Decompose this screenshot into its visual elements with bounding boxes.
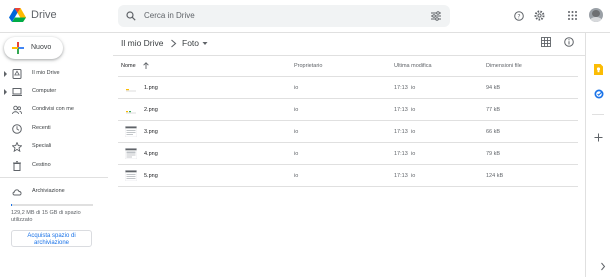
- svg-text:?: ?: [517, 13, 520, 20]
- column-owner[interactable]: Proprietario: [294, 63, 322, 69]
- file-size: 94 kB: [486, 85, 501, 91]
- drive-logo-icon[interactable]: [9, 8, 26, 22]
- sort-arrow-up-icon[interactable]: [143, 62, 149, 69]
- sidebar-item-computer[interactable]: Computer: [0, 84, 110, 100]
- file-size: 124 kB: [486, 173, 504, 179]
- new-button[interactable]: Nuovo: [4, 37, 63, 59]
- file-size: 66 kB: [486, 129, 501, 135]
- sidebar-item-recent[interactable]: Recenti: [0, 121, 110, 137]
- computer-icon: [12, 88, 22, 96]
- sidebar-divider: [0, 177, 108, 178]
- file-name: 3.png: [144, 129, 158, 135]
- toolbar-divider: [113, 55, 585, 56]
- file-name: 5.png: [144, 173, 158, 179]
- column-name[interactable]: Nome: [121, 63, 136, 69]
- side-panel: [585, 33, 610, 277]
- file-name: 2.png: [144, 107, 158, 113]
- file-owner: io: [294, 151, 299, 157]
- file-size: 79 kB: [486, 151, 501, 157]
- sidebar-item-label: Condivisi con me: [32, 106, 74, 112]
- sidebar-item-storage[interactable]: Archiviazione: [0, 184, 110, 200]
- file-modified-by: io: [411, 107, 416, 113]
- file-name: 1.png: [144, 85, 158, 91]
- sidebar-item-label: Recenti: [32, 125, 51, 131]
- new-button-label: Nuovo: [31, 44, 52, 51]
- sidebar-item-label: Il mio Drive: [32, 70, 60, 76]
- buy-storage-label: Acquista spazio di archiviazione: [27, 233, 76, 246]
- table-row[interactable]: 2.png io 17:13 io 77 kB: [118, 99, 578, 121]
- image-file-icon: [125, 82, 137, 93]
- file-owner: io: [294, 173, 299, 179]
- chevron-right-icon: [171, 39, 177, 48]
- shared-icon: [12, 105, 22, 115]
- sidebar-item-label: Computer: [32, 88, 57, 94]
- file-name: 4.png: [144, 151, 158, 157]
- tasks-icon[interactable]: [594, 89, 604, 99]
- storage-bar: [11, 204, 93, 206]
- help-icon[interactable]: ?: [514, 11, 524, 21]
- trash-icon: [13, 161, 21, 171]
- sidebar-item-shared[interactable]: Condivisi con me: [0, 102, 110, 118]
- storage-bar-fill: [11, 204, 12, 206]
- account-avatar[interactable]: [589, 8, 603, 22]
- image-file-icon: [125, 148, 137, 159]
- file-modified: 17:13: [394, 173, 408, 179]
- expand-caret-icon[interactable]: [4, 71, 7, 77]
- image-file-icon: [125, 170, 137, 181]
- table-row[interactable]: 4.png io 17:13 io 79 kB: [118, 143, 578, 165]
- sidebar-item-label: Speciali: [32, 143, 52, 149]
- plus-icon: [12, 42, 24, 54]
- storage-usage-text: 129,2 MB di 15 GB di spazio utilizzato: [11, 210, 81, 223]
- file-modified: 17:13: [394, 107, 408, 113]
- file-modified-by: io: [411, 173, 416, 179]
- settings-icon[interactable]: [534, 10, 545, 21]
- search-icon[interactable]: [126, 11, 136, 21]
- info-icon[interactable]: [564, 37, 574, 47]
- sidebar-item-starred[interactable]: Speciali: [0, 139, 110, 155]
- file-modified: 17:13: [394, 85, 408, 91]
- search-options-icon[interactable]: [431, 11, 441, 21]
- sidebar-item-label: Cestino: [32, 162, 51, 168]
- image-file-icon: [125, 104, 137, 115]
- keep-icon[interactable]: [594, 64, 603, 75]
- file-owner: io: [294, 107, 299, 113]
- buy-storage-button[interactable]: Acquista spazio di archiviazione: [11, 230, 92, 247]
- search-bar[interactable]: Cerca in Drive: [118, 5, 450, 27]
- collapse-panel-icon[interactable]: [600, 262, 606, 271]
- side-panel-divider: [592, 114, 604, 115]
- table-row[interactable]: 1.png io 17:13 io 94 kB: [118, 77, 578, 99]
- sidebar-item-trash[interactable]: Cestino: [0, 158, 110, 174]
- my-drive-icon: [12, 69, 22, 79]
- expand-caret-icon[interactable]: [4, 89, 7, 95]
- column-modified[interactable]: Ultima modifica: [394, 63, 432, 69]
- file-owner: io: [294, 85, 299, 91]
- file-modified-by: io: [411, 85, 416, 91]
- cloud-icon: [12, 189, 22, 196]
- file-modified: 17:13: [394, 129, 408, 135]
- file-modified: 17:13: [394, 151, 408, 157]
- chevron-down-icon[interactable]: [202, 41, 208, 46]
- column-size[interactable]: Dimensioni file: [486, 63, 522, 69]
- sidebar-item-my-drive[interactable]: Il mio Drive: [0, 66, 110, 82]
- file-modified-by: io: [411, 129, 416, 135]
- breadcrumb-root[interactable]: Il mio Drive: [121, 38, 164, 48]
- search-input[interactable]: Cerca in Drive: [144, 11, 195, 20]
- app-name[interactable]: Drive: [31, 9, 57, 21]
- grid-view-icon[interactable]: [541, 37, 551, 47]
- clock-icon: [12, 124, 22, 134]
- add-addon-icon[interactable]: [594, 133, 603, 142]
- star-icon: [12, 142, 22, 152]
- file-size: 77 kB: [486, 107, 501, 113]
- breadcrumb-current[interactable]: Foto: [182, 38, 199, 48]
- table-row[interactable]: 3.png io 17:13 io 66 kB: [118, 121, 578, 143]
- apps-grid-icon[interactable]: [568, 11, 577, 20]
- file-modified-by: io: [411, 151, 416, 157]
- file-owner: io: [294, 129, 299, 135]
- top-bar: Drive Cerca in Drive ?: [0, 0, 610, 33]
- sidebar-item-label: Archiviazione: [32, 188, 65, 194]
- table-row[interactable]: 5.png io 17:13 io 124 kB: [118, 165, 578, 187]
- image-file-icon: [125, 126, 137, 137]
